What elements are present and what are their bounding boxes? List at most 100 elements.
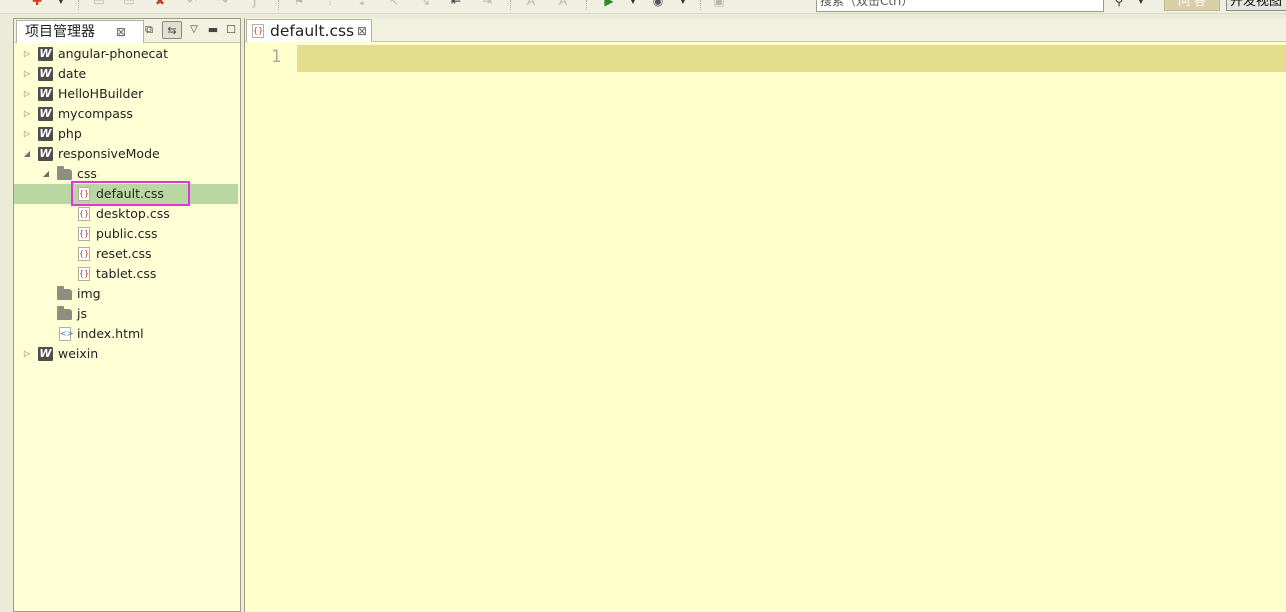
- new-dropdown-icon[interactable]: ▼: [54, 0, 68, 8]
- tree-item-label: index.html: [77, 326, 144, 341]
- tree-item-file[interactable]: {} tablet.css: [14, 264, 238, 284]
- link-with-editor-icon[interactable]: ⇆: [162, 21, 182, 39]
- tree-item-label: date: [58, 66, 87, 81]
- toolbar-separator: [700, 0, 701, 10]
- tree-item-project[interactable]: ▷ W HelloHBuilder: [14, 84, 238, 104]
- browser-icon[interactable]: ◉: [651, 0, 665, 8]
- tree-item-project[interactable]: ▷ W weixin: [14, 344, 238, 364]
- close-icon[interactable]: ⊠: [116, 21, 126, 43]
- tree-item-file[interactable]: {} reset.css: [14, 244, 238, 264]
- search-dropdown-icon[interactable]: ▼: [1134, 0, 1148, 8]
- collapse-all-icon[interactable]: ⧉: [139, 21, 159, 39]
- expand-arrow-icon[interactable]: ▷: [22, 44, 32, 64]
- new-icon[interactable]: ✚: [30, 0, 44, 8]
- font-increase-icon[interactable]: A: [524, 0, 538, 8]
- tree-item-label: weixin: [58, 346, 99, 361]
- tree-item-folder[interactable]: js: [14, 304, 238, 324]
- prev-edit-icon[interactable]: ⇡: [323, 0, 337, 8]
- expand-arrow-icon[interactable]: ▷: [22, 84, 32, 104]
- maximize-icon[interactable]: ☐: [221, 21, 241, 39]
- project-explorer-panel: 项目管理器 ⊠ ⧉ ⇆ ▽ ▬ ☐ ▷ W angular-phonecat ▷…: [13, 18, 241, 612]
- tree-item-label: desktop.css: [96, 206, 170, 221]
- search-input[interactable]: 搜索（双击Ctrl）: [816, 0, 1104, 12]
- back-icon[interactable]: ⇤: [449, 0, 463, 8]
- html-file-icon: <>: [59, 327, 73, 341]
- prev-annotation-icon[interactable]: ↖: [387, 0, 401, 8]
- editor-tab-bar: {} default.css ⊠: [245, 18, 1286, 42]
- development-view-button[interactable]: 开发视图: [1226, 0, 1286, 11]
- preview-icon[interactable]: ▣: [712, 0, 726, 8]
- css-file-icon: {}: [78, 227, 90, 241]
- close-file-icon[interactable]: ✖: [153, 0, 167, 8]
- tree-item-label: angular-phonecat: [58, 46, 168, 61]
- expand-arrow-icon[interactable]: ▷: [22, 64, 32, 84]
- web-project-icon: W: [38, 347, 53, 361]
- tab-default-css[interactable]: {} default.css ⊠: [246, 19, 372, 42]
- web-project-icon: W: [38, 87, 53, 101]
- tree-item-label: php: [58, 126, 82, 141]
- qa-button[interactable]: 问 答: [1164, 0, 1220, 11]
- panel-header: 项目管理器 ⊠ ⧉ ⇆ ▽ ▬ ☐: [14, 19, 240, 43]
- tree-item-project[interactable]: ▷ W angular-phonecat: [14, 44, 238, 64]
- main-toolbar: ✚ ▼ ▭ ▭ ✖ ↶ ↷ ƒ ⚑ ⇡ ⇣ ↖ ↘ ⇤ ⇥ A A ▶ ▼ ◉ …: [0, 0, 1286, 14]
- search-icon[interactable]: ⚲: [1112, 0, 1126, 8]
- minimize-icon[interactable]: ▬: [203, 21, 223, 39]
- editor-tab-label: default.css: [270, 22, 355, 40]
- tree-item-label: reset.css: [96, 246, 152, 261]
- save-all-icon[interactable]: ▭: [122, 0, 136, 8]
- line-number: 1: [271, 47, 282, 67]
- web-project-icon: W: [38, 107, 53, 121]
- expand-arrow-icon[interactable]: ▷: [22, 344, 32, 364]
- tree-item-label: responsiveMode: [58, 146, 160, 161]
- font-decrease-icon[interactable]: A: [556, 0, 570, 8]
- web-project-icon: W: [38, 67, 53, 81]
- tree-item-project[interactable]: ▷ W php: [14, 124, 238, 144]
- folder-icon: [57, 286, 72, 300]
- current-line-highlight[interactable]: [297, 45, 1286, 72]
- tree-item-file[interactable]: {} desktop.css: [14, 204, 238, 224]
- run-icon[interactable]: ▶: [602, 0, 616, 8]
- tree-item-project[interactable]: ▷ W mycompass: [14, 104, 238, 124]
- web-project-icon: W: [38, 147, 53, 161]
- tree-item-file[interactable]: {} public.css: [14, 224, 238, 244]
- toolbar-separator: [78, 0, 79, 10]
- panel-title: 项目管理器: [25, 24, 95, 40]
- css-file-icon: {}: [78, 267, 90, 281]
- tree-item-label: HelloHBuilder: [58, 86, 144, 101]
- tree-item-label: mycompass: [58, 106, 133, 121]
- browser-dropdown-icon[interactable]: ▼: [676, 0, 690, 8]
- collapse-arrow-icon[interactable]: ◢: [41, 164, 51, 184]
- folder-icon: [57, 306, 72, 320]
- undo-icon[interactable]: ↶: [185, 0, 199, 8]
- tree-item-folder[interactable]: img: [14, 284, 238, 304]
- web-project-icon: W: [38, 47, 53, 61]
- view-menu-icon[interactable]: ▽: [184, 21, 204, 39]
- collapse-arrow-icon[interactable]: ◢: [22, 144, 32, 164]
- next-annotation-icon[interactable]: ↘: [418, 0, 432, 8]
- tree-item-label: js: [77, 306, 87, 321]
- format-icon[interactable]: ƒ: [248, 0, 262, 8]
- close-icon[interactable]: ⊠: [357, 20, 367, 42]
- save-icon[interactable]: ▭: [92, 0, 106, 8]
- redo-icon[interactable]: ↷: [216, 0, 230, 8]
- expand-arrow-icon[interactable]: ▷: [22, 124, 32, 144]
- tree-item-label: public.css: [96, 226, 158, 241]
- toolbar-separator: [278, 0, 279, 10]
- folder-open-icon: [57, 166, 72, 180]
- next-edit-icon[interactable]: ⇣: [355, 0, 369, 8]
- tab-project-explorer[interactable]: 项目管理器 ⊠: [16, 20, 144, 43]
- tree-item-file-selected[interactable]: {} default.css: [14, 181, 238, 206]
- css-file-icon: {}: [252, 24, 264, 38]
- tree-item-project[interactable]: ◢ W responsiveMode: [14, 144, 238, 164]
- forward-icon[interactable]: ⇥: [480, 0, 494, 8]
- css-file-icon: {}: [78, 207, 90, 221]
- bookmark-icon[interactable]: ⚑: [292, 0, 306, 8]
- tree-item-file[interactable]: <> index.html: [14, 324, 238, 344]
- tree-item-project[interactable]: ▷ W date: [14, 64, 238, 84]
- toolbar-separator: [586, 0, 587, 10]
- code-editor[interactable]: {} default.css ⊠ 1: [244, 18, 1286, 612]
- run-dropdown-icon[interactable]: ▼: [626, 0, 640, 8]
- expand-arrow-icon[interactable]: ▷: [22, 104, 32, 124]
- web-project-icon: W: [38, 127, 53, 141]
- tree-item-label: img: [77, 286, 101, 301]
